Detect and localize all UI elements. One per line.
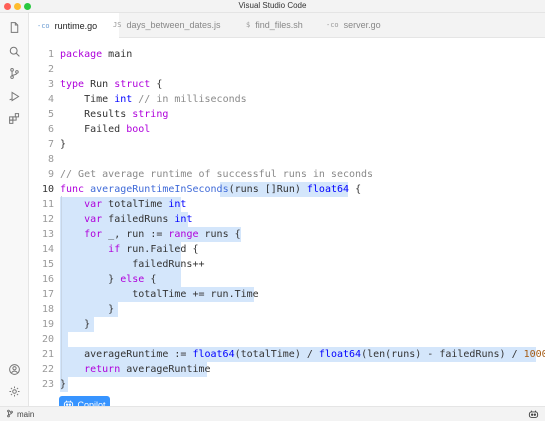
run-debug-icon[interactable]: [6, 88, 22, 104]
code-line-5: 5 Results string: [29, 107, 545, 122]
code-text: totalTime += run.Time: [60, 289, 259, 300]
code-editor[interactable]: 1 package main 2 3 type Run struct { 4 Tim…: [29, 38, 545, 406]
code-text: for _, run := range runs {: [84, 229, 241, 240]
search-icon[interactable]: [6, 43, 22, 59]
code-text: failedRuns++: [60, 259, 205, 270]
branch-name: main: [17, 410, 35, 419]
code-text: }: [60, 319, 91, 330]
line-number: 4: [47, 94, 54, 105]
line-number: 21: [41, 349, 54, 360]
line-number: 17: [41, 289, 54, 300]
code-line-1: 1 package main: [29, 47, 545, 62]
tab-label: days_between_dates.js: [126, 20, 221, 30]
code-line-3: 3 type Run struct {: [29, 77, 545, 92]
line-number: 11: [41, 199, 54, 210]
files-icon[interactable]: [6, 19, 22, 35]
js-file-icon: JS: [113, 21, 122, 29]
code-text: Failed bool: [60, 124, 151, 135]
tab-find-files-sh[interactable]: $ find_files.sh: [246, 13, 326, 37]
copilot-status-icon[interactable]: [528, 409, 539, 421]
extensions-icon[interactable]: [6, 110, 22, 126]
branch-icon: [6, 409, 14, 420]
line-number: 8: [47, 154, 54, 165]
code-line-9: 9 // Get average runtime of successful ru…: [29, 167, 545, 182]
code-line-13: 13 for _, run := range runs {: [29, 227, 545, 242]
editor-tab-bar: -co runtime.go JS days_between_dates.js …: [29, 13, 545, 38]
line-number: 7: [47, 139, 54, 150]
line-number: 22: [41, 364, 54, 375]
code-line-2: 2: [29, 62, 545, 77]
activity-bar: [0, 13, 29, 406]
account-icon[interactable]: [6, 361, 22, 377]
source-control-icon[interactable]: [6, 65, 22, 81]
code-line-21: 21 averageRuntime := float64(totalTime) …: [29, 347, 545, 362]
code-line-7: 7}: [29, 137, 545, 152]
code-line-17: 17 totalTime += run.Time: [29, 287, 545, 302]
code-text: type Run struct {: [60, 79, 163, 90]
title-bar: Visual Studio Code: [0, 0, 545, 13]
code-text: // Get average runtime of successful run…: [60, 169, 374, 180]
code-text: package main: [60, 49, 133, 60]
tab-label: find_files.sh: [255, 20, 303, 30]
tab-label: server.go: [343, 20, 381, 30]
code-line-19: 19 }: [29, 317, 545, 332]
line-number: 2: [47, 64, 54, 75]
code-text: var failedRuns int: [84, 214, 193, 225]
code-text: }: [60, 139, 67, 150]
line-number: 1: [47, 49, 54, 60]
line-number: 20: [41, 334, 54, 345]
line-number: 18: [41, 304, 54, 315]
go-file-icon: -co: [37, 21, 50, 30]
line-number: 14: [41, 244, 54, 255]
code-line-18: 18 }: [29, 302, 545, 317]
line-number: 15: [41, 259, 54, 270]
code-line-10: 10 func averageRuntimeInSeconds(runs []Ru…: [29, 182, 545, 197]
code-line-14: 14 if run.Failed {: [29, 242, 545, 257]
line-number: 13: [41, 229, 54, 240]
code-text: Results string: [60, 109, 169, 120]
settings-gear-icon[interactable]: [6, 383, 22, 399]
code-line-20: 20: [29, 332, 545, 347]
code-text: var totalTime int: [84, 199, 187, 210]
code-text: } else {: [60, 274, 157, 285]
code-line-22: 22 return averageRuntime: [29, 362, 545, 377]
line-number: 23: [41, 379, 54, 390]
code-line-11: 11 var totalTime int: [29, 197, 545, 212]
line-number: 5: [47, 109, 54, 120]
go-file-icon: -co: [326, 21, 339, 29]
line-number: 10: [41, 184, 54, 195]
line-number: 3: [47, 79, 54, 90]
code-text: return averageRuntime: [84, 364, 211, 375]
tab-days-between-dates-js[interactable]: JS days_between_dates.js: [113, 13, 243, 37]
code-line-16: 16 } else {: [29, 272, 545, 287]
line-number: 9: [47, 169, 54, 180]
code-text: Time int // in milliseconds: [60, 94, 247, 105]
code-text: }: [60, 379, 67, 390]
code-line-12: 12 var failedRuns int: [29, 212, 545, 227]
code-text: func averageRuntimeInSeconds(runs []Run)…: [60, 184, 362, 195]
tab-runtime-go[interactable]: -co runtime.go: [29, 13, 119, 38]
tab-label: runtime.go: [54, 20, 98, 31]
line-number: 12: [41, 214, 54, 225]
branch-indicator[interactable]: main: [6, 409, 34, 420]
code-line-15: 15 failedRuns++: [29, 257, 545, 272]
line-number: 16: [41, 274, 54, 285]
code-text: averageRuntime := float64(totalTime) / f…: [60, 349, 545, 360]
code-text: if run.Failed {: [108, 244, 199, 255]
window-title: Visual Studio Code: [238, 1, 307, 10]
status-bar: main: [0, 406, 545, 421]
line-number: 19: [41, 319, 54, 330]
shell-file-icon: $: [246, 21, 251, 29]
code-line-4: 4 Time int // in milliseconds: [29, 92, 545, 107]
code-line-8: 8: [29, 152, 545, 167]
line-number: 6: [47, 124, 54, 135]
code-text: }: [60, 304, 115, 315]
tab-server-go[interactable]: -co server.go: [326, 13, 406, 37]
code-line-6: 6 Failed bool: [29, 122, 545, 137]
code-line-23: 23}: [29, 377, 545, 392]
